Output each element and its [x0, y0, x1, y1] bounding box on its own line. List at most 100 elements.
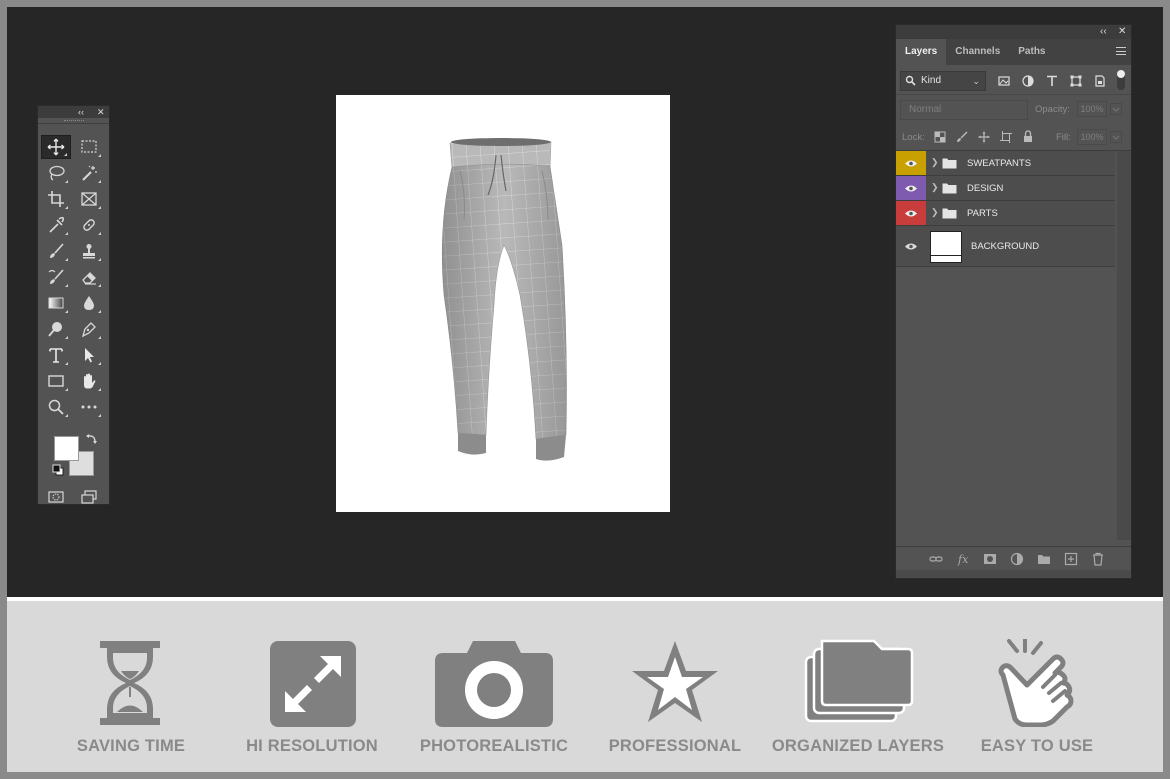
- layer-mask-icon[interactable]: [983, 552, 997, 566]
- shape-filter-icon[interactable]: [1070, 75, 1082, 87]
- chevron-right-icon[interactable]: ❯: [931, 157, 939, 168]
- collapse-icon[interactable]: ‹‹: [78, 106, 84, 118]
- path-selection-tool[interactable]: [74, 343, 104, 367]
- feature-bar: SAVING TIME HI RESOLUTION PHOTOREALISTIC…: [7, 601, 1163, 772]
- hourglass-icon: [100, 641, 160, 725]
- rectangle-tool[interactable]: [41, 369, 71, 393]
- feature-organized-layers: ORGANIZED LAYERS: [768, 637, 948, 757]
- rect-marquee-icon: [81, 140, 97, 153]
- zoom-tool[interactable]: [41, 395, 71, 419]
- visibility-toggle[interactable]: [896, 176, 926, 200]
- pen-tool[interactable]: [74, 317, 104, 341]
- filter-kind-select[interactable]: Kind ⌄: [900, 71, 986, 91]
- magnifier-icon: [48, 399, 64, 415]
- type-tool[interactable]: [41, 343, 71, 367]
- visibility-toggle[interactable]: [896, 226, 926, 266]
- opacity-dropdown-icon[interactable]: [1110, 103, 1122, 115]
- eye-icon: [905, 160, 917, 166]
- close-icon[interactable]: ✕: [97, 106, 105, 118]
- lock-image-icon[interactable]: [956, 131, 968, 143]
- tab-layers[interactable]: Layers: [896, 39, 947, 65]
- filter-toggle[interactable]: [1117, 70, 1125, 90]
- type-icon: [49, 348, 63, 363]
- opacity-input[interactable]: 100%: [1077, 101, 1107, 117]
- adjustment-filter-icon[interactable]: [1022, 75, 1034, 87]
- eraser-tool[interactable]: [74, 265, 104, 289]
- layers-panel-titlebar[interactable]: ‹‹ ✕: [896, 25, 1131, 39]
- fill-dropdown-icon[interactable]: [1110, 131, 1122, 143]
- type-filter-icon[interactable]: [1046, 75, 1058, 87]
- magic-wand-tool[interactable]: [74, 161, 104, 185]
- new-layer-icon[interactable]: [1064, 552, 1078, 566]
- eye-icon: [905, 210, 917, 216]
- screen-mode-tool[interactable]: [74, 485, 104, 509]
- crop-tool[interactable]: [41, 187, 71, 211]
- brush-tool[interactable]: [41, 239, 71, 263]
- layer-row-design[interactable]: ❯ DESIGN: [896, 176, 1115, 201]
- gradient-tool[interactable]: [41, 291, 71, 315]
- collapse-icon[interactable]: ‹‹: [1100, 25, 1107, 39]
- swap-colors-icon[interactable]: [85, 432, 99, 446]
- quick-mask-tool[interactable]: [41, 485, 71, 509]
- healing-brush-tool[interactable]: [74, 213, 104, 237]
- dodge-tool[interactable]: [41, 317, 71, 341]
- svg-text:fx: fx: [957, 553, 969, 566]
- screen-mode-icon: [81, 490, 97, 504]
- default-colors-icon[interactable]: [52, 464, 64, 476]
- feature-label: EASY TO USE: [980, 737, 1094, 755]
- fx-icon[interactable]: fx: [957, 552, 971, 566]
- trash-icon[interactable]: [1091, 552, 1105, 566]
- lock-position-icon[interactable]: [978, 131, 990, 143]
- lock-artboard-icon[interactable]: [1000, 131, 1012, 143]
- marquee-tool[interactable]: [74, 135, 104, 159]
- pixel-layer-filter-icon[interactable]: [998, 75, 1010, 87]
- layers-bottom-toolbar: fx: [896, 546, 1131, 570]
- lock-transparency-icon[interactable]: [934, 131, 946, 143]
- move-tool[interactable]: [41, 135, 71, 159]
- hand-tool[interactable]: [74, 369, 104, 393]
- blend-mode-select[interactable]: Normal: [900, 100, 1028, 120]
- clone-stamp-tool[interactable]: [74, 239, 104, 263]
- adjustment-layer-icon[interactable]: [1010, 552, 1024, 566]
- layer-row-background[interactable]: BACKGROUND: [896, 226, 1115, 267]
- layer-row-sweatpants[interactable]: ❯ SWEATPANTS: [896, 151, 1115, 176]
- eyedropper-tool[interactable]: [41, 213, 71, 237]
- folder-icon: [942, 158, 957, 169]
- panel-menu-icon[interactable]: [1116, 47, 1126, 55]
- smart-object-filter-icon[interactable]: [1094, 75, 1106, 87]
- lasso-tool[interactable]: [41, 161, 71, 185]
- frame-tool[interactable]: [74, 187, 104, 211]
- lock-all-icon[interactable]: [1022, 130, 1034, 143]
- visibility-toggle[interactable]: [896, 201, 926, 225]
- crop-icon: [48, 191, 64, 207]
- folder-icon: [942, 208, 957, 219]
- document-canvas[interactable]: [336, 95, 670, 512]
- blur-tool[interactable]: [74, 291, 104, 315]
- more-tools[interactable]: [74, 395, 104, 419]
- fill-input[interactable]: 100%: [1077, 129, 1107, 145]
- tab-paths[interactable]: Paths: [1009, 39, 1054, 65]
- layer-list-scrollbar[interactable]: [1117, 151, 1131, 540]
- new-group-icon[interactable]: [1037, 552, 1051, 566]
- layer-name: DESIGN: [967, 183, 1004, 194]
- tab-channels[interactable]: Channels: [946, 39, 1009, 65]
- arrow-pointer-icon: [85, 348, 94, 363]
- foreground-color-swatch[interactable]: [54, 436, 79, 461]
- link-layers-icon[interactable]: [929, 552, 943, 566]
- close-icon[interactable]: ✕: [1118, 25, 1126, 39]
- photoshop-workspace: ‹‹ ✕ ‹‹ ✕ Layers Channels Paths Kind ⌄ N…: [7, 7, 1163, 597]
- blend-row: Normal Opacity: 100%: [896, 95, 1131, 123]
- lock-label: Lock:: [902, 132, 925, 143]
- history-brush-tool[interactable]: [41, 265, 71, 289]
- chevron-right-icon[interactable]: ❯: [931, 207, 939, 218]
- gradient-icon: [48, 297, 64, 309]
- visibility-toggle[interactable]: [896, 151, 926, 175]
- eyedropper-icon: [49, 216, 65, 233]
- layers-panel-grip[interactable]: [896, 570, 1131, 578]
- chevron-right-icon[interactable]: ❯: [931, 182, 939, 193]
- feature-photorealistic: PHOTOREALISTIC: [404, 637, 584, 757]
- tools-panel-grip[interactable]: [38, 118, 109, 124]
- layer-row-parts[interactable]: ❯ PARTS: [896, 201, 1115, 226]
- tools-panel-titlebar[interactable]: ‹‹ ✕: [38, 106, 109, 118]
- layer-list: ❯ SWEATPANTS ❯ DESIGN ❯ PARTS BACKGROUND: [896, 151, 1131, 540]
